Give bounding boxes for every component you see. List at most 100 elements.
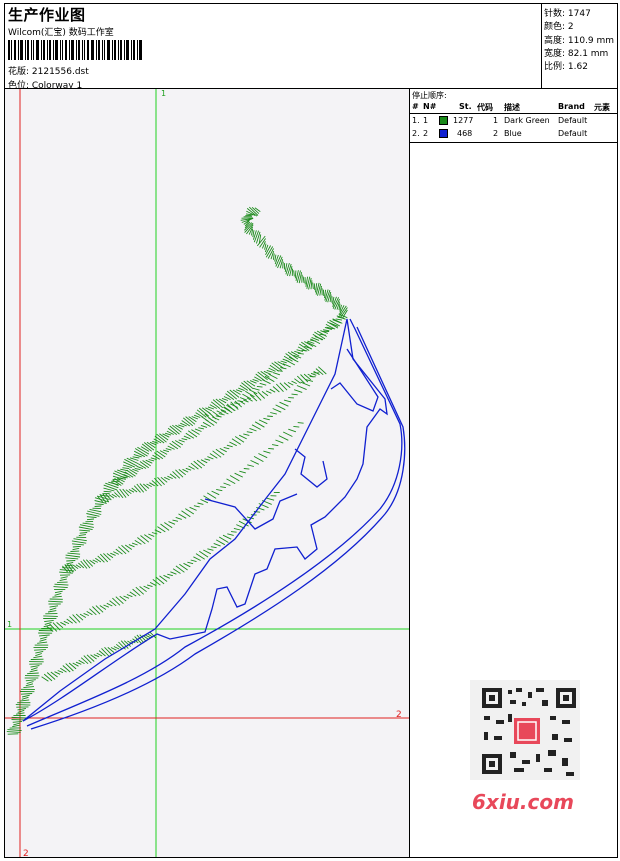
stitch-line bbox=[288, 428, 297, 433]
stitch-line bbox=[171, 440, 181, 448]
stitch-line bbox=[39, 636, 48, 640]
stitch-line bbox=[106, 602, 113, 607]
stitch-line bbox=[283, 399, 292, 403]
stitch-line bbox=[262, 379, 271, 385]
row-no: 1 bbox=[423, 116, 429, 125]
stitch-line bbox=[72, 543, 84, 546]
stitch-line bbox=[110, 552, 116, 556]
page-title: 生产作业图 bbox=[8, 6, 86, 24]
stitch-line bbox=[154, 477, 162, 487]
stitch-line bbox=[278, 435, 289, 441]
col-code: 代码 bbox=[477, 103, 493, 112]
stitch-line bbox=[215, 539, 226, 546]
stitch-line bbox=[239, 470, 246, 474]
stitch-line bbox=[226, 444, 233, 448]
stitch-line bbox=[167, 573, 173, 577]
stitch-line bbox=[41, 627, 53, 630]
stitch-line bbox=[86, 518, 95, 521]
stitch-line bbox=[63, 620, 70, 625]
stitch-line bbox=[13, 722, 21, 726]
stitch-line bbox=[65, 557, 79, 560]
blue-leaf-outline bbox=[22, 318, 406, 730]
stitch-line bbox=[253, 456, 264, 462]
stitch-line bbox=[266, 497, 275, 501]
stitch-line bbox=[44, 619, 54, 623]
site-logo: 6xiu.com bbox=[472, 790, 574, 814]
stitch-line bbox=[46, 672, 56, 680]
stitch-line bbox=[79, 613, 87, 618]
stats-panel: 针数: 1747 颜色: 2 高度: 110.9 mm 宽度: 82.1 mm … bbox=[541, 4, 618, 88]
stitch-line bbox=[317, 366, 327, 375]
stitch-line bbox=[207, 548, 214, 551]
stitch-line bbox=[72, 662, 79, 667]
stitch-line bbox=[48, 600, 63, 603]
stitch-line bbox=[268, 447, 274, 450]
stitch-line bbox=[194, 428, 202, 432]
stitch-line bbox=[152, 440, 159, 444]
stitch-line bbox=[274, 254, 277, 262]
stitch-line bbox=[193, 556, 201, 561]
stitch-line bbox=[319, 333, 326, 336]
stitch-line bbox=[126, 594, 133, 598]
stitch-line bbox=[59, 578, 67, 582]
stitch-line bbox=[250, 459, 259, 465]
stitch-line bbox=[114, 470, 128, 478]
stitch-line bbox=[193, 505, 200, 508]
stitch-line bbox=[164, 476, 170, 481]
stitch-line bbox=[146, 483, 152, 488]
stitch-line bbox=[52, 595, 62, 598]
stitch-line bbox=[247, 464, 255, 467]
stitch-line bbox=[79, 524, 94, 528]
stitch-line bbox=[198, 427, 204, 430]
stitch-line bbox=[183, 562, 191, 568]
stitch-line bbox=[132, 456, 140, 459]
qr-code-image bbox=[470, 680, 580, 780]
stitch-line bbox=[181, 510, 191, 518]
color-count: 颜色: 2 bbox=[544, 22, 574, 32]
stitch-line bbox=[113, 646, 120, 650]
stitch-line bbox=[293, 389, 303, 393]
stitch-line bbox=[172, 519, 179, 522]
stitch-line bbox=[168, 521, 176, 525]
stitch-line bbox=[163, 449, 170, 453]
stitch-line bbox=[227, 533, 234, 536]
stitch-line bbox=[17, 709, 25, 713]
stitch-line bbox=[60, 621, 67, 626]
stitch-line bbox=[185, 467, 192, 471]
stitch-line bbox=[204, 458, 211, 461]
stitch-line bbox=[128, 489, 135, 493]
stitch-line bbox=[165, 448, 172, 451]
stitch-line bbox=[280, 360, 287, 364]
stitch-line bbox=[142, 460, 151, 467]
stitch-line bbox=[329, 294, 332, 303]
stitch-line bbox=[207, 456, 214, 460]
stitch-line bbox=[20, 693, 33, 695]
sequence-row: 2. 2 468 2 Blue Default bbox=[410, 128, 617, 140]
stitch-line bbox=[99, 553, 109, 563]
design-height: 高度: 110.9 mm bbox=[544, 36, 615, 46]
axis-label-bottom: 2 bbox=[23, 849, 29, 857]
stitch-line bbox=[110, 647, 117, 651]
stitch-line bbox=[197, 502, 204, 505]
stitch-line bbox=[233, 527, 241, 531]
stitch-line bbox=[21, 696, 29, 700]
stitch-line bbox=[270, 412, 277, 415]
stitch-line bbox=[202, 421, 211, 427]
stitch-line bbox=[78, 534, 86, 537]
stitch-line bbox=[122, 467, 130, 470]
stitch-line bbox=[275, 439, 284, 444]
stitch-line bbox=[220, 486, 226, 489]
row-desc: Blue bbox=[504, 129, 522, 138]
stitch-line bbox=[78, 659, 85, 664]
stitch-line bbox=[287, 381, 294, 386]
sequence-title: 停止顺序: bbox=[412, 91, 447, 100]
stitch-line bbox=[72, 614, 81, 623]
stitch-line bbox=[183, 435, 191, 440]
stitch-line bbox=[27, 672, 39, 675]
stitch-line bbox=[335, 318, 343, 321]
stitch-line bbox=[283, 431, 293, 437]
stitch-line bbox=[200, 459, 208, 464]
stitch-line bbox=[221, 397, 229, 401]
color-swatch bbox=[439, 129, 448, 138]
stitch-line bbox=[263, 450, 271, 454]
